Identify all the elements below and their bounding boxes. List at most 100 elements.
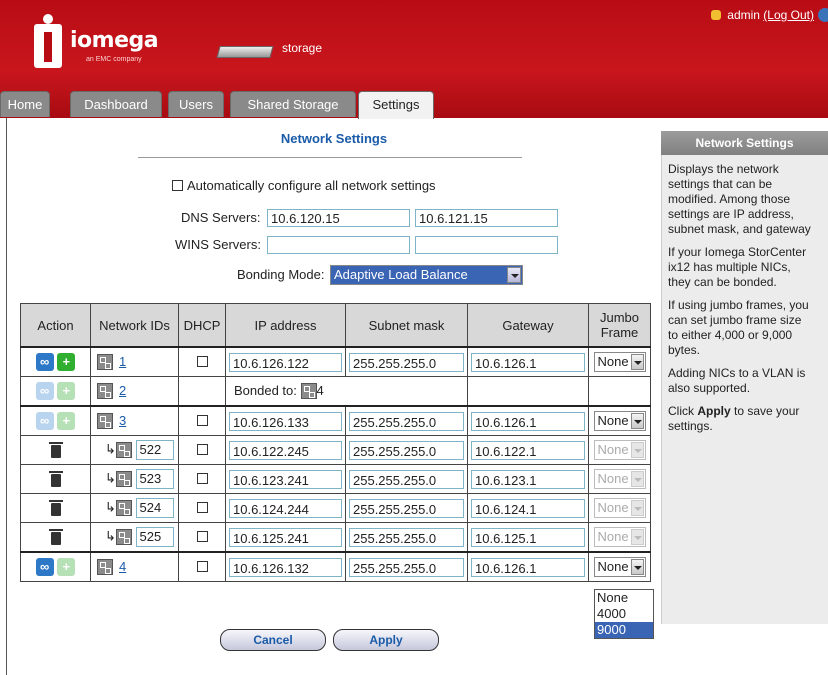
chevron-down-icon	[507, 267, 521, 283]
chevron-down-icon	[630, 354, 644, 370]
gateway-input[interactable]: 10.6.126.1	[471, 411, 585, 431]
wins-secondary-input[interactable]	[415, 236, 558, 254]
tab-users[interactable]: Users	[168, 91, 224, 117]
dhcp-checkbox[interactable]	[196, 560, 208, 572]
network-icon	[300, 383, 317, 400]
link-icon: ∞	[35, 412, 54, 430]
dns-primary-input[interactable]: 10.6.120.15	[267, 209, 410, 227]
table-row: ∞ + 2 Bonded to: 4	[20, 376, 651, 407]
gateway-input[interactable]: 10.6.125.1	[471, 527, 585, 547]
jumbo-value: None	[597, 442, 629, 457]
help-apply-emphasis: Apply	[697, 404, 731, 418]
subnet-input[interactable]: 255.255.255.0	[349, 557, 464, 577]
trash-icon[interactable]	[48, 470, 63, 487]
ip-input[interactable]: 10.6.126.122	[229, 352, 342, 372]
help-line: bytes.	[668, 343, 701, 357]
help-title: Network Settings	[661, 131, 828, 155]
help-paragraph: Adding NICs to a VLAN is also supported.	[668, 366, 828, 396]
jumbo-select: None	[593, 440, 646, 460]
col-header-action: Action	[20, 303, 91, 348]
subnet-input[interactable]: 255.255.255.0	[349, 352, 464, 372]
dhcp-checkbox[interactable]	[196, 355, 208, 367]
subnet-input[interactable]: 255.255.255.0	[349, 440, 464, 460]
gateway-input[interactable]: 10.6.123.1	[471, 469, 585, 489]
ip-input[interactable]: 10.6.126.132	[229, 557, 342, 577]
jumbo-option-4000[interactable]: 4000	[595, 606, 653, 622]
vlan-id-input[interactable]: 522	[135, 440, 174, 460]
help-line: Click	[668, 404, 698, 418]
jumbo-select-open[interactable]: None	[593, 557, 646, 577]
ip-input[interactable]: 10.6.123.241	[229, 469, 342, 489]
table-row: ∞ + 4 10.6.126.132 255.255.255.0 10.6.12…	[20, 551, 651, 582]
subnet-input[interactable]: 255.255.255.0	[349, 469, 464, 489]
auto-config-checkbox[interactable]	[172, 180, 183, 191]
jumbo-option-9000[interactable]: 9000	[595, 622, 653, 638]
subnet-input[interactable]: 255.255.255.0	[349, 411, 464, 431]
gateway-input[interactable]: 10.6.124.1	[471, 498, 585, 518]
trash-icon[interactable]	[48, 441, 63, 458]
network-id-link[interactable]: 4	[119, 559, 126, 574]
jumbo-dropdown-list: None 4000 9000	[594, 589, 654, 639]
network-icon	[97, 383, 113, 400]
apply-button[interactable]: Apply	[333, 629, 439, 651]
jumbo-select[interactable]: None	[593, 352, 646, 372]
chevron-down-icon	[630, 500, 644, 516]
link-icon[interactable]: ∞	[35, 558, 54, 576]
add-icon[interactable]: +	[57, 353, 76, 371]
dhcp-checkbox[interactable]	[196, 530, 208, 542]
vlan-id-input[interactable]: 525	[135, 527, 174, 547]
tab-shared-storage[interactable]: Shared Storage	[230, 91, 356, 117]
dhcp-checkbox[interactable]	[196, 472, 208, 484]
help-line: subnet mask, and gateway	[668, 222, 811, 236]
jumbo-value: None	[597, 354, 629, 369]
jumbo-value: None	[597, 471, 629, 486]
user-icon	[711, 10, 722, 20]
network-icon	[115, 471, 132, 487]
subnet-input[interactable]: 255.255.255.0	[349, 527, 464, 547]
dhcp-checkbox[interactable]	[196, 501, 208, 513]
trash-icon[interactable]	[48, 528, 63, 545]
add-icon: +	[57, 412, 76, 430]
network-id-link[interactable]: 3	[119, 413, 126, 428]
dhcp-checkbox[interactable]	[196, 443, 208, 455]
ip-input[interactable]: 10.6.125.241	[229, 527, 342, 547]
jumbo-select: None	[593, 469, 646, 489]
table-row: ↳ 524 10.6.124.244 255.255.255.0 10.6.12…	[20, 493, 651, 523]
dns-label: DNS Servers:	[181, 210, 261, 225]
tab-settings[interactable]: Settings	[358, 91, 434, 119]
vlan-id-input[interactable]: 523	[135, 469, 174, 489]
tab-dashboard[interactable]: Dashboard	[70, 91, 162, 117]
gateway-input[interactable]: 10.6.126.1	[471, 352, 585, 372]
link-icon[interactable]: ∞	[35, 353, 54, 371]
ip-input[interactable]: 10.6.124.244	[229, 498, 342, 518]
table-row: ∞ + 3 10.6.126.133 255.255.255.0 10.6.12…	[20, 405, 651, 436]
auto-config-row: Automatically configure all network sett…	[172, 178, 436, 193]
chevron-down-icon	[630, 529, 644, 545]
jumbo-value: None	[597, 500, 629, 515]
ip-input[interactable]: 10.6.122.245	[229, 440, 342, 460]
jumbo-option-none[interactable]: None	[595, 590, 653, 606]
subnet-input[interactable]: 255.255.255.0	[349, 498, 464, 518]
add-icon: +	[57, 558, 76, 576]
network-id-link[interactable]: 2	[119, 383, 126, 398]
trash-icon[interactable]	[48, 499, 63, 516]
logout-link[interactable]: (Log Out)	[763, 8, 814, 22]
help-paragraph: If using jumbo frames, you can set jumbo…	[668, 298, 828, 358]
ip-input[interactable]: 10.6.126.133	[229, 411, 342, 431]
gateway-input[interactable]: 10.6.122.1	[471, 440, 585, 460]
help-line: to save your	[730, 404, 800, 418]
dhcp-checkbox[interactable]	[196, 414, 208, 426]
gateway-input[interactable]: 10.6.126.1	[471, 557, 585, 577]
jumbo-select[interactable]: None	[593, 411, 646, 431]
bonding-mode-select[interactable]: Adaptive Load Balance	[330, 265, 523, 285]
cancel-button[interactable]: Cancel	[220, 629, 326, 651]
bonding-mode-value: Adaptive Load Balance	[334, 267, 468, 282]
vlan-id-input[interactable]: 524	[135, 498, 174, 518]
chevron-down-icon	[630, 559, 644, 575]
network-icon	[115, 529, 132, 545]
tab-home[interactable]: Home	[0, 91, 50, 117]
wins-primary-input[interactable]	[267, 236, 410, 254]
globe-icon[interactable]	[818, 8, 828, 22]
network-id-link[interactable]: 1	[119, 354, 126, 369]
dns-secondary-input[interactable]: 10.6.121.15	[415, 209, 558, 227]
